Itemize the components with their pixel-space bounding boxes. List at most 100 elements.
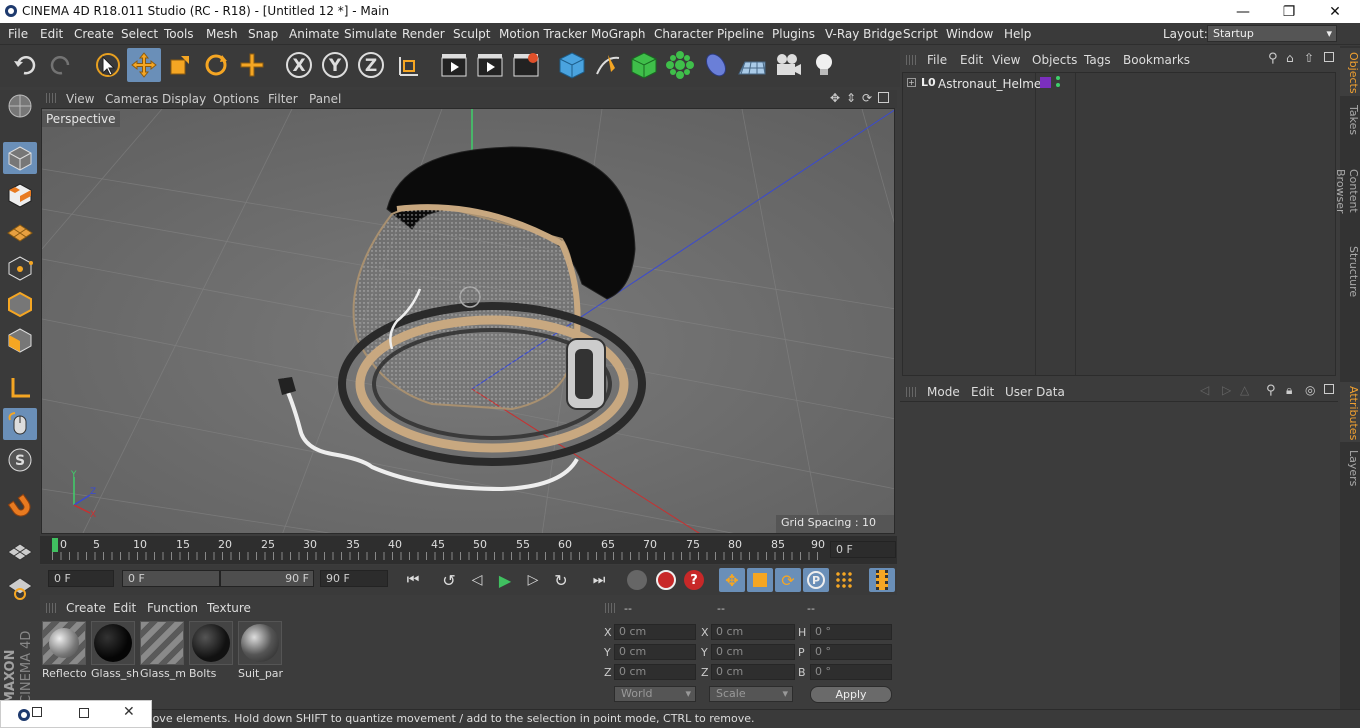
material-swatch[interactable] <box>140 621 184 665</box>
record-keys-button[interactable] <box>624 568 650 592</box>
tab-structure[interactable]: Structure <box>1340 242 1360 298</box>
max-time-field[interactable]: 90 F <box>320 570 388 587</box>
min-time-field[interactable]: 0 F <box>48 570 114 587</box>
deformer-button[interactable] <box>699 48 733 82</box>
record-position-button[interactable]: ✥ <box>719 568 745 592</box>
maximize-icon[interactable] <box>79 708 89 718</box>
previous-frame-button[interactable]: ◁ <box>464 568 490 592</box>
menu-plugins[interactable]: Plugins <box>772 27 815 41</box>
menu-select[interactable]: Select <box>121 27 158 41</box>
material-menu-create[interactable]: Create <box>66 601 106 615</box>
undo-button[interactable] <box>8 48 42 82</box>
coordinate-system-button[interactable] <box>391 48 425 82</box>
size-mode-dropdown[interactable]: Scale ▾ <box>709 686 793 702</box>
model-mode-button[interactable] <box>3 142 37 174</box>
current-frame-field[interactable]: 0 F <box>830 541 896 558</box>
y-axis-lock-button[interactable]: Y <box>318 48 352 82</box>
menu-tools[interactable]: Tools <box>164 27 194 41</box>
rot-p-field[interactable]: 0 ° <box>810 644 892 660</box>
pen-spline-button[interactable] <box>591 48 625 82</box>
perspective-viewport[interactable]: Perspective Grid Spacing : 10 cm Y Z X <box>41 108 895 534</box>
attribute-menu-mode[interactable]: Mode <box>927 385 960 399</box>
record-rotation-button[interactable]: ⟳ <box>775 568 801 592</box>
object-menu-file[interactable]: File <box>927 53 947 67</box>
object-menu-view[interactable]: View <box>992 53 1020 67</box>
snap-button[interactable] <box>3 490 37 522</box>
solo-mode-button[interactable]: S <box>3 444 37 476</box>
menu-snap[interactable]: Snap <box>248 27 278 41</box>
menu-script[interactable]: Script <box>903 27 938 41</box>
tab-layers[interactable]: Layers <box>1340 446 1360 490</box>
viewport-menu-cameras[interactable]: Cameras <box>105 92 158 106</box>
size-z-field[interactable]: 0 cm <box>711 664 795 680</box>
record-parameter-button[interactable]: P <box>803 568 829 592</box>
recent-tool-button[interactable] <box>235 48 269 82</box>
menu-render[interactable]: Render <box>402 27 445 41</box>
object-menu-bookmarks[interactable]: Bookmarks <box>1123 53 1190 67</box>
light-button[interactable] <box>807 48 841 82</box>
layout-dropdown[interactable]: Startup ▾ <box>1207 25 1337 42</box>
pos-x-field[interactable]: 0 cm <box>614 624 696 640</box>
viewport-menu-display[interactable]: Display <box>162 92 206 106</box>
polygons-mode-button[interactable] <box>3 324 37 356</box>
render-visibility-dot[interactable] <box>1056 83 1060 87</box>
object-menu-tags[interactable]: Tags <box>1084 53 1111 67</box>
menu-create[interactable]: Create <box>74 27 114 41</box>
range-start-field[interactable]: 0 F <box>122 570 220 587</box>
go-to-start-button[interactable]: ⏮ <box>400 568 426 592</box>
tab-attributes[interactable]: Attributes <box>1340 382 1360 442</box>
render-picture-viewer-button[interactable] <box>473 48 507 82</box>
layer-color-swatch[interactable] <box>1040 77 1051 88</box>
make-editable-button[interactable] <box>3 90 37 122</box>
material-menu-edit[interactable]: Edit <box>113 601 136 615</box>
x-axis-lock-button[interactable]: X <box>282 48 316 82</box>
material-swatch[interactable] <box>189 621 233 665</box>
lock-icon[interactable]: 🔒︎ <box>1286 383 1292 398</box>
back-arrow-icon[interactable]: ◁ <box>1200 383 1209 397</box>
size-x-field[interactable]: 0 cm <box>711 624 795 640</box>
menu-sculpt[interactable]: Sculpt <box>453 27 490 41</box>
size-y-field[interactable]: 0 cm <box>711 644 795 660</box>
menu-simulate[interactable]: Simulate <box>344 27 397 41</box>
live-selection-button[interactable] <box>91 48 125 82</box>
grip-handle[interactable] <box>46 603 56 613</box>
restore-icon[interactable] <box>32 707 42 717</box>
play-button[interactable]: ▶ <box>492 568 518 592</box>
viewport-rotate-icon[interactable]: ⟳ <box>862 91 872 105</box>
close-button[interactable]: ✕ <box>1312 0 1358 23</box>
grip-handle[interactable] <box>906 55 916 65</box>
viewport-maximize-icon[interactable] <box>878 92 889 103</box>
menu-character[interactable]: Character <box>654 27 713 41</box>
workplane-lock-button[interactable] <box>3 536 37 568</box>
search-icon[interactable]: ⚲ <box>1268 51 1278 66</box>
rot-b-field[interactable]: 0 ° <box>810 664 892 680</box>
editor-visibility-dot[interactable] <box>1056 76 1060 80</box>
timeline-ruler[interactable]: 0 5 10 15 20 25 30 35 40 45 50 55 60 65 … <box>40 536 897 564</box>
rotate-tool-button[interactable] <box>199 48 233 82</box>
viewport-menu-filter[interactable]: Filter <box>268 92 298 106</box>
menu-pipeline[interactable]: Pipeline <box>717 27 764 41</box>
next-key-button[interactable]: ↻ <box>548 568 574 592</box>
rot-h-field[interactable]: 0 ° <box>810 624 892 640</box>
render-view-button[interactable] <box>437 48 471 82</box>
maximize-button[interactable]: ❐ <box>1266 0 1312 23</box>
up-arrow-icon[interactable]: ⇧ <box>1304 51 1314 65</box>
next-frame-button[interactable]: ▷ <box>520 568 546 592</box>
coordinate-space-dropdown[interactable]: World ▾ <box>614 686 696 702</box>
apply-button[interactable]: Apply <box>810 686 892 703</box>
up-arrow-icon[interactable]: △ <box>1240 383 1249 397</box>
camera-button[interactable] <box>771 48 805 82</box>
previous-key-button[interactable]: ↺ <box>436 568 462 592</box>
menu-vray-bridge[interactable]: V-Ray Bridge <box>825 27 902 41</box>
timeline-playhead[interactable] <box>52 538 58 552</box>
menu-edit[interactable]: Edit <box>40 27 63 41</box>
search-icon[interactable]: ⚲ <box>1266 383 1276 398</box>
record-pla-button[interactable] <box>831 568 857 592</box>
forward-arrow-icon[interactable]: ▷ <box>1222 383 1231 397</box>
redo-button[interactable] <box>44 48 78 82</box>
workplane-mode-button[interactable] <box>3 215 37 247</box>
viewport-menu-options[interactable]: Options <box>213 92 259 106</box>
edges-mode-button[interactable] <box>3 288 37 320</box>
material-menu-texture[interactable]: Texture <box>207 601 251 615</box>
material-swatch[interactable] <box>42 621 86 665</box>
